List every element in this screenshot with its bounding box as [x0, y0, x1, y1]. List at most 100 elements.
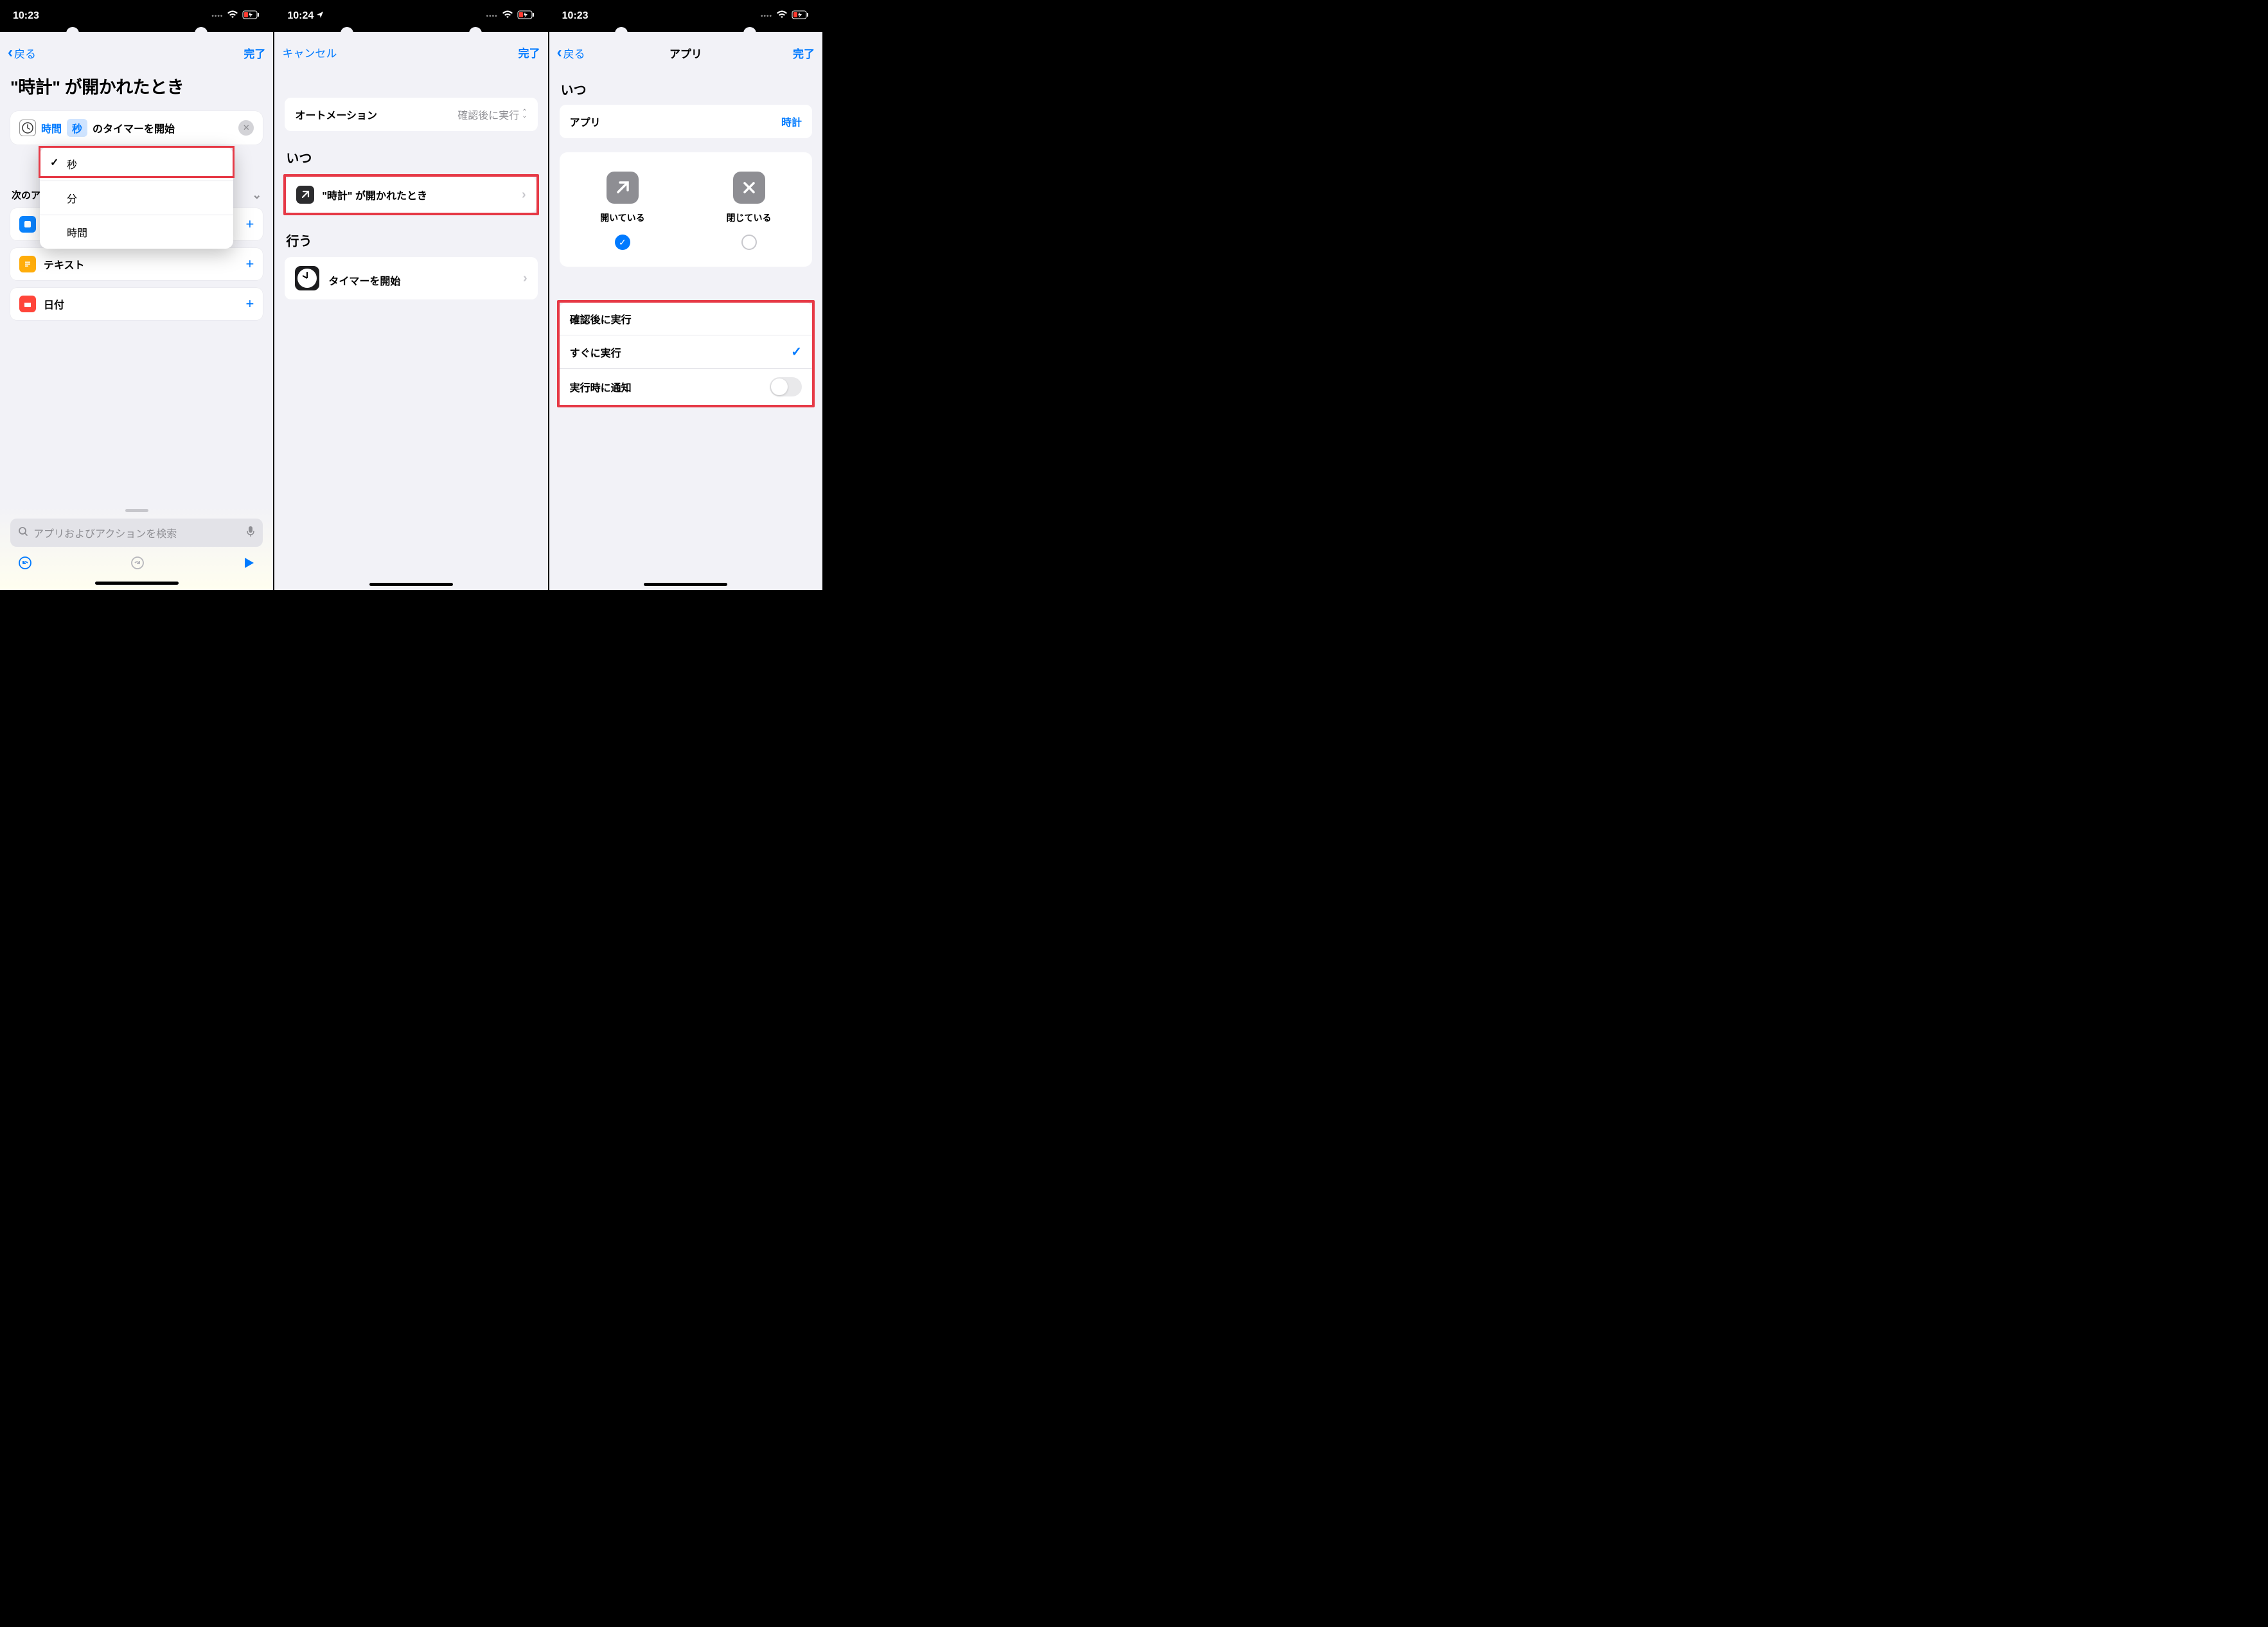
- cancel-button[interactable]: キャンセル: [282, 44, 337, 60]
- bottom-panel: アプリおよびアクションを検索: [0, 505, 273, 590]
- home-indicator[interactable]: [369, 583, 453, 586]
- status-time: 10:24: [287, 10, 314, 22]
- undo-button[interactable]: [18, 556, 32, 574]
- dropdown-item-seconds[interactable]: 秒: [40, 147, 233, 181]
- when-header: いつ: [549, 68, 822, 102]
- done-button[interactable]: 完了: [244, 45, 265, 61]
- back-label: 戻る: [563, 45, 585, 61]
- clock-icon: [19, 120, 36, 136]
- screen-1: 10:23 •••• ‹ 戻る 完了 "時計" が開かれたとき 時間 秒 のタイ…: [0, 0, 273, 590]
- row-label: テキスト: [44, 256, 85, 272]
- highlight-box: "時計" が開かれたとき ›: [283, 174, 538, 215]
- time-token[interactable]: 時間: [41, 120, 62, 136]
- search-icon: [18, 526, 28, 540]
- battery-icon: [517, 10, 535, 22]
- option-confirm[interactable]: 確認後に実行: [560, 303, 812, 335]
- dropdown-item-hours[interactable]: 時間: [40, 215, 233, 249]
- timer-action-block[interactable]: 時間 秒 のタイマーを開始 ✕: [10, 111, 263, 145]
- chevron-right-icon: ›: [522, 188, 526, 202]
- screen-3: 10:23 •••• ‹ 戻る アプリ 完了 いつ アプリ 時計: [549, 0, 822, 590]
- notify-switch[interactable]: [770, 377, 802, 396]
- unit-token[interactable]: 秒: [67, 119, 87, 137]
- option-label: すぐに実行: [570, 344, 621, 360]
- back-button[interactable]: ‹ 戻る: [557, 44, 585, 62]
- grabber[interactable]: [125, 509, 148, 512]
- check-icon: ✓: [791, 344, 802, 360]
- highlight-box: 確認後に実行 すぐに実行 ✓ 実行時に通知: [557, 300, 815, 407]
- search-input[interactable]: アプリおよびアクションを検索: [10, 519, 263, 547]
- home-indicator[interactable]: [95, 582, 179, 585]
- choice-closed[interactable]: 閉じている: [727, 172, 772, 250]
- done-button[interactable]: 完了: [518, 44, 540, 60]
- nav-bar: ‹ 戻る アプリ 完了: [549, 41, 822, 68]
- status-time: 10:23: [562, 10, 589, 22]
- notch-edge: [549, 32, 822, 41]
- app-group: アプリ 時計: [560, 105, 812, 138]
- mic-icon[interactable]: [246, 526, 255, 540]
- automation-cell[interactable]: オートメーション 確認後に実行 ⌃⌄: [285, 98, 537, 131]
- do-content: タイマーを開始: [328, 269, 514, 288]
- wifi-icon: [227, 10, 238, 22]
- suggestion-row-text[interactable]: テキスト +: [10, 248, 263, 280]
- do-header: 行う: [274, 224, 547, 253]
- status-bar: 10:23 ••••: [549, 0, 822, 32]
- home-indicator[interactable]: [644, 583, 727, 586]
- cell-dots-icon: ••••: [486, 13, 498, 20]
- radio-checked[interactable]: ✓: [615, 235, 630, 250]
- choice-label: 開いている: [600, 211, 645, 224]
- status-right: ••••: [761, 10, 810, 22]
- close-icon: [733, 172, 765, 204]
- app-cell[interactable]: アプリ 時計: [560, 105, 812, 138]
- dropdown-item-minutes[interactable]: 分: [40, 181, 233, 215]
- add-button[interactable]: +: [245, 296, 254, 312]
- nav-title: アプリ: [549, 45, 822, 61]
- unit-dropdown: 秒 分 時間: [40, 147, 233, 249]
- clear-button[interactable]: ✕: [238, 120, 254, 136]
- battery-icon: [792, 10, 810, 22]
- add-button[interactable]: +: [245, 256, 254, 272]
- notch-edge: [274, 32, 547, 41]
- chevron-left-icon: ‹: [8, 44, 13, 62]
- shortcut-open-icon: [296, 186, 314, 204]
- radio-unchecked[interactable]: [741, 235, 757, 250]
- location-icon: [316, 10, 324, 22]
- nav-bar: ‹ 戻る 完了: [0, 41, 273, 68]
- status-right: ••••: [486, 10, 535, 22]
- choice-label: 閉じている: [727, 211, 772, 224]
- page-title: "時計" が開かれたとき: [0, 68, 273, 111]
- when-cell[interactable]: "時計" が開かれたとき ›: [286, 177, 536, 213]
- redo-button[interactable]: [130, 556, 145, 574]
- option-immediate[interactable]: すぐに実行 ✓: [560, 335, 812, 369]
- wifi-icon: [776, 10, 788, 22]
- updown-icon: ⌃⌄: [522, 111, 527, 118]
- suggestion-row-date[interactable]: 日付 +: [10, 288, 263, 320]
- app-label: アプリ: [570, 114, 774, 129]
- back-label: 戻る: [14, 45, 36, 61]
- when-header: いつ: [274, 141, 547, 170]
- wifi-icon: [502, 10, 513, 22]
- screen-2: 10:24 •••• キャンセル 完了 オートメーション 確認後に実行 ⌃⌄: [274, 0, 547, 590]
- chevron-down-icon: ⌄: [252, 188, 261, 202]
- choice-opened[interactable]: 開いている ✓: [600, 172, 645, 250]
- status-bar: 10:23 ••••: [0, 0, 273, 32]
- status-time: 10:23: [13, 10, 39, 22]
- option-notify[interactable]: 実行時に通知: [560, 369, 812, 405]
- cell-dots-icon: ••••: [211, 13, 223, 20]
- done-button[interactable]: 完了: [793, 45, 815, 61]
- battery-icon: [242, 10, 260, 22]
- open-icon: [607, 172, 639, 204]
- automation-group: オートメーション 確認後に実行 ⌃⌄: [285, 98, 537, 131]
- when-label: "時計" が開かれたとき: [322, 187, 514, 202]
- do-label: タイマーを開始: [328, 272, 514, 288]
- clock-app-icon: [295, 266, 319, 290]
- action-text: のタイマーを開始: [93, 120, 175, 136]
- automation-label: オートメーション: [295, 107, 450, 122]
- add-button[interactable]: +: [245, 216, 254, 233]
- back-button[interactable]: ‹ 戻る: [8, 44, 36, 62]
- play-button[interactable]: [242, 556, 255, 573]
- option-label: 実行時に通知: [570, 379, 632, 395]
- calendar-icon: [19, 296, 36, 312]
- do-cell[interactable]: タイマーを開始 ›: [285, 257, 537, 299]
- toolbar: [10, 547, 263, 575]
- status-right: ••••: [211, 10, 260, 22]
